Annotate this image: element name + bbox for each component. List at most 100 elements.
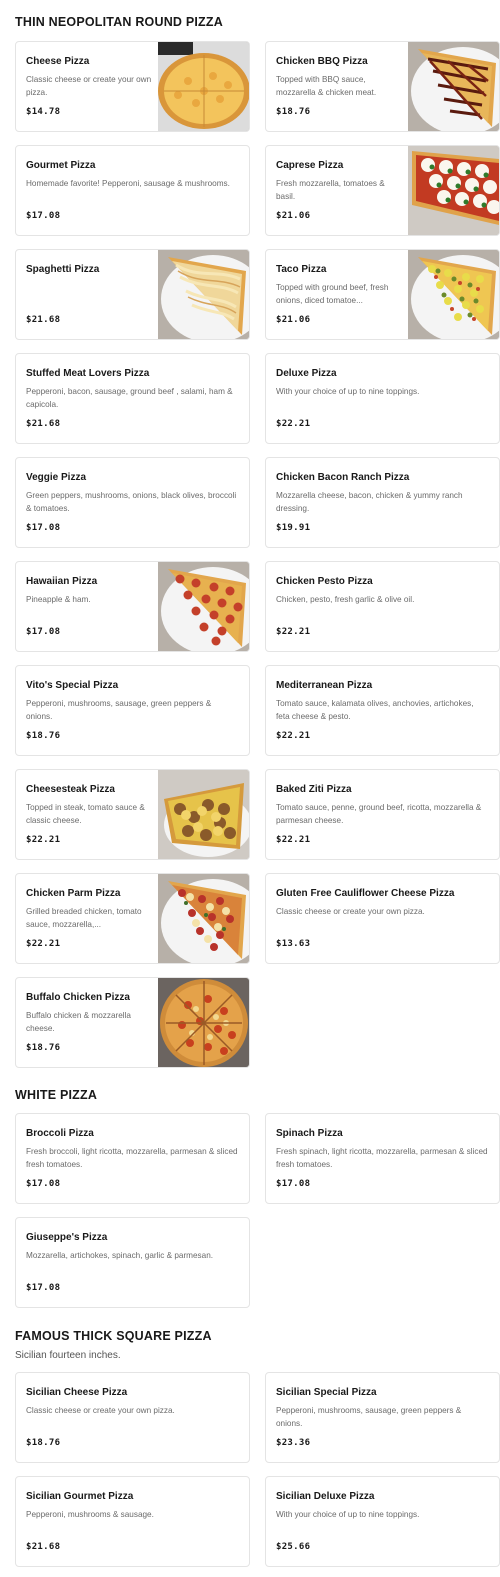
- menu-item-card-veggie-pizza[interactable]: Veggie Pizza Green peppers, mushrooms, on…: [15, 457, 250, 548]
- menu-item-price: $18.76: [26, 731, 61, 741]
- menu-item-price: $21.06: [276, 211, 311, 221]
- menu-item-text: Spaghetti Pizza $21.68: [26, 250, 156, 339]
- menu-item-text: Chicken BBQ Pizza Topped with BBQ sauce, …: [276, 42, 406, 131]
- menu-item-name: Cheese Pizza: [26, 56, 90, 67]
- menu-item-price: $17.08: [26, 523, 61, 533]
- section-title: FAMOUS THICK SQUARE PIZZA: [15, 1329, 212, 1343]
- menu-item-card-sicilian-deluxe-pizza[interactable]: Sicilian Deluxe Pizza With your choice of…: [265, 1476, 500, 1567]
- menu-item-name: Veggie Pizza: [26, 472, 87, 483]
- menu-item-description: Pepperoni, mushrooms & sausage.: [26, 1510, 154, 1519]
- menu-item-card-hawaiian-pizza[interactable]: Hawaiian Pizza Pineapple & ham. $17.08: [15, 561, 250, 652]
- menu-item-description: Tomato sauce, penne, ground beef, ricott…: [276, 803, 482, 825]
- menu-item-card-caprese-pizza[interactable]: Caprese Pizza Fresh mozzarella, tomatoes …: [265, 145, 500, 236]
- menu-item-text: Vito's Special Pizza Pepperoni, mushrooms…: [26, 666, 241, 755]
- menu-item-card-gluten-free-cauliflower-cheese-pizza[interactable]: Gluten Free Cauliflower Cheese Pizza Clas…: [265, 873, 500, 964]
- menu-item-description: Fresh broccoli, light ricotta, mozzarell…: [26, 1147, 238, 1169]
- menu-item-description: Topped with ground beef, fresh onions, d…: [276, 283, 389, 305]
- menu-item-name: Chicken BBQ Pizza: [276, 56, 368, 67]
- menu-item-text: Sicilian Cheese Pizza Classic cheese or c…: [26, 1373, 241, 1462]
- menu-item-price: $21.68: [26, 1542, 61, 1552]
- menu-item-card-gourmet-pizza[interactable]: Gourmet Pizza Homemade favorite! Pepperon…: [15, 145, 250, 236]
- menu-item-price: $22.21: [26, 939, 61, 949]
- menu-item-card-deluxe-pizza[interactable]: Deluxe Pizza With your choice of up to ni…: [265, 353, 500, 444]
- menu-item-description: Chicken, pesto, fresh garlic & olive oil…: [276, 595, 415, 604]
- menu-item-name: Vito's Special Pizza: [26, 680, 119, 691]
- spaghetti-pizza-image: [158, 250, 249, 339]
- buffalo-chicken-pizza-image: [158, 978, 249, 1067]
- menu-item-card-sicilian-special-pizza[interactable]: Sicilian Special Pizza Pepperoni, mushroo…: [265, 1372, 500, 1463]
- menu-item-price: $17.08: [26, 627, 61, 637]
- menu-item-text: Veggie Pizza Green peppers, mushrooms, on…: [26, 458, 241, 547]
- menu-item-name: Hawaiian Pizza: [26, 576, 98, 587]
- menu-item-card-spinach-pizza[interactable]: Spinach Pizza Fresh spinach, light ricott…: [265, 1113, 500, 1204]
- menu-item-name: Sicilian Deluxe Pizza: [276, 1491, 375, 1502]
- menu-item-text: Gourmet Pizza Homemade favorite! Pepperon…: [26, 146, 241, 235]
- menu-item-price: $23.36: [276, 1438, 311, 1448]
- menu-item-text: Deluxe Pizza With your choice of up to ni…: [276, 354, 491, 443]
- menu-item-name: Spinach Pizza: [276, 1128, 343, 1139]
- bbq-pizza-image: [408, 42, 499, 131]
- menu-item-text: Gluten Free Cauliflower Cheese Pizza Clas…: [276, 874, 491, 963]
- menu-item-card-vito-s-special-pizza[interactable]: Vito's Special Pizza Pepperoni, mushrooms…: [15, 665, 250, 756]
- menu-item-description: Mozzarella cheese, bacon, chicken & yumm…: [276, 491, 463, 513]
- menu-item-price: $18.76: [26, 1043, 61, 1053]
- menu-item-name: Giuseppe's Pizza: [26, 1232, 108, 1243]
- menu-item-description: Homemade favorite! Pepperoni, sausage & …: [26, 179, 230, 188]
- menu-item-description: Fresh spinach, light ricotta, mozzarella…: [276, 1147, 488, 1169]
- menu-item-name: Sicilian Gourmet Pizza: [26, 1491, 134, 1502]
- menu-item-card-cheese-pizza[interactable]: Cheese Pizza Classic cheese or create you…: [15, 41, 250, 132]
- menu-item-card-cheesesteak-pizza[interactable]: Cheesesteak Pizza Topped in steak, tomato…: [15, 769, 250, 860]
- menu-item-price: $18.76: [26, 1438, 61, 1448]
- menu-item-description: Mozzarella, artichokes, spinach, garlic …: [26, 1251, 214, 1260]
- menu-item-card-giuseppe-s-pizza[interactable]: Giuseppe's Pizza Mozzarella, artichokes, …: [15, 1217, 250, 1308]
- section-subtitle: Sicilian fourteen inches.: [15, 1350, 121, 1361]
- menu-item-card-stuffed-meat-lovers-pizza[interactable]: Stuffed Meat Lovers Pizza Pepperoni, baco…: [15, 353, 250, 444]
- menu-item-price: $22.21: [276, 731, 311, 741]
- menu-item-text: Broccoli Pizza Fresh broccoli, light rico…: [26, 1114, 241, 1203]
- menu-item-price: $17.08: [26, 1283, 61, 1293]
- menu-item-text: Sicilian Gourmet Pizza Pepperoni, mushroo…: [26, 1477, 241, 1566]
- menu-item-card-chicken-bbq-pizza[interactable]: Chicken BBQ Pizza Topped with BBQ sauce, …: [265, 41, 500, 132]
- menu-item-description: Classic cheese or create your own pizza.: [276, 907, 425, 916]
- chicken-parm-pizza-image: [158, 874, 249, 963]
- menu-item-text: Cheesesteak Pizza Topped in steak, tomato…: [26, 770, 156, 859]
- menu-item-card-chicken-pesto-pizza[interactable]: Chicken Pesto Pizza Chicken, pesto, fresh…: [265, 561, 500, 652]
- menu-item-card-sicilian-gourmet-pizza[interactable]: Sicilian Gourmet Pizza Pepperoni, mushroo…: [15, 1476, 250, 1567]
- menu-item-description: Buffalo chicken & mozzarella cheese.: [26, 1011, 131, 1033]
- menu-item-card-sicilian-cheese-pizza[interactable]: Sicilian Cheese Pizza Classic cheese or c…: [15, 1372, 250, 1463]
- menu-item-name: Chicken Parm Pizza: [26, 888, 121, 899]
- hawaiian-pizza-image: [158, 562, 249, 651]
- menu-item-description: Pineapple & ham.: [26, 595, 91, 604]
- menu-item-name: Gluten Free Cauliflower Cheese Pizza: [276, 888, 455, 899]
- menu-item-price: $13.63: [276, 939, 311, 949]
- menu-item-price: $22.21: [26, 835, 61, 845]
- menu-item-card-mediterranean-pizza[interactable]: Mediterranean Pizza Tomato sauce, kalamat…: [265, 665, 500, 756]
- menu-item-name: Sicilian Cheese Pizza: [26, 1387, 128, 1398]
- menu-item-text: Caprese Pizza Fresh mozzarella, tomatoes …: [276, 146, 406, 235]
- menu-item-card-baked-ziti-pizza[interactable]: Baked Ziti Pizza Tomato sauce, penne, gro…: [265, 769, 500, 860]
- menu-item-text: Cheese Pizza Classic cheese or create you…: [26, 42, 156, 131]
- menu-item-card-buffalo-chicken-pizza[interactable]: Buffalo Chicken Pizza Buffalo chicken & m…: [15, 977, 250, 1068]
- menu-item-card-broccoli-pizza[interactable]: Broccoli Pizza Fresh broccoli, light rico…: [15, 1113, 250, 1204]
- menu-item-text: Chicken Parm Pizza Grilled breaded chicke…: [26, 874, 156, 963]
- menu-item-description: With your choice of up to nine toppings.: [276, 1510, 420, 1519]
- menu-item-description: With your choice of up to nine toppings.: [276, 387, 420, 396]
- menu-item-description: Topped in steak, tomato sauce & classic …: [26, 803, 145, 825]
- menu-item-price: $14.78: [26, 107, 61, 117]
- menu-item-text: Buffalo Chicken Pizza Buffalo chicken & m…: [26, 978, 156, 1067]
- menu-item-text: Chicken Pesto Pizza Chicken, pesto, fresh…: [276, 562, 491, 651]
- menu-item-card-chicken-bacon-ranch-pizza[interactable]: Chicken Bacon Ranch Pizza Mozzarella chee…: [265, 457, 500, 548]
- menu-item-price: $25.66: [276, 1542, 311, 1552]
- menu-item-card-spaghetti-pizza[interactable]: Spaghetti Pizza $21.68: [15, 249, 250, 340]
- menu-item-price: $21.68: [26, 315, 61, 325]
- menu-item-name: Gourmet Pizza: [26, 160, 96, 171]
- menu-item-description: Pepperoni, mushrooms, sausage, green pep…: [26, 699, 212, 721]
- menu-item-price: $19.91: [276, 523, 311, 533]
- menu-item-description: Grilled breaded chicken, tomato sauce, m…: [26, 907, 142, 929]
- menu-item-price: $21.06: [276, 315, 311, 325]
- menu-item-price: $17.08: [26, 1179, 61, 1189]
- menu-item-name: Baked Ziti Pizza: [276, 784, 352, 795]
- menu-item-price: $21.68: [26, 419, 61, 429]
- menu-item-card-chicken-parm-pizza[interactable]: Chicken Parm Pizza Grilled breaded chicke…: [15, 873, 250, 964]
- menu-item-card-taco-pizza[interactable]: Taco Pizza Topped with ground beef, fresh…: [265, 249, 500, 340]
